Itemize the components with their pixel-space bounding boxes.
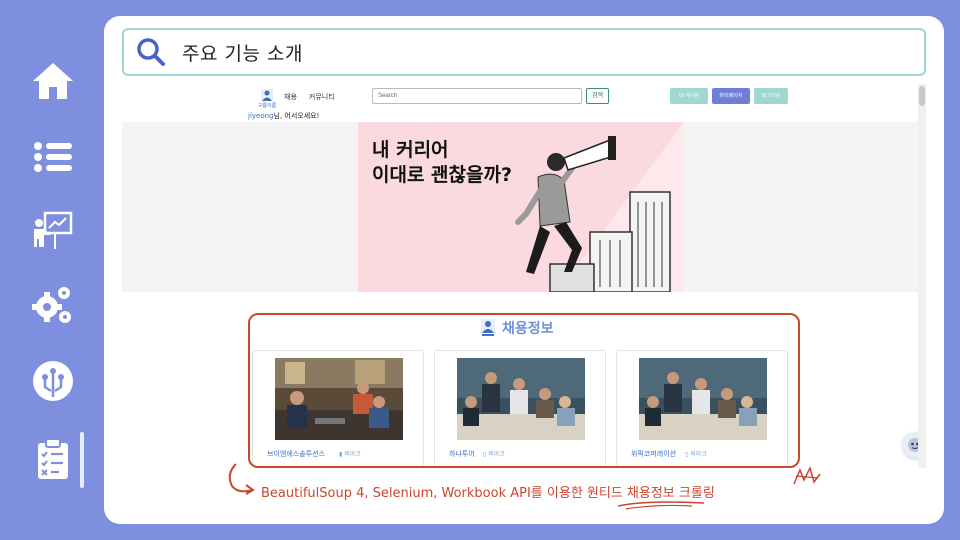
home-icon[interactable] xyxy=(30,58,76,104)
circuit-icon[interactable] xyxy=(30,358,76,404)
scrollbar[interactable] xyxy=(918,84,926,468)
title-bar: 주요 기능 소개 xyxy=(122,28,926,76)
logo-person-icon xyxy=(481,319,495,336)
company-name: 위픽코퍼레이션 xyxy=(631,450,677,458)
bookmark-label[interactable]: ▯ 북마크 xyxy=(483,449,505,458)
website-screenshot: 구름이름 채용 커뮤니티 Search 검색 Id 게시판 마이페이지 로그아웃… xyxy=(122,84,926,468)
jobs-title-text: 채용정보 xyxy=(502,321,554,337)
job-card[interactable]: 하나투어 ▯ 북마크 xyxy=(434,350,606,468)
site-nav: 채용 커뮤니티 xyxy=(284,92,335,102)
logo-caption: 구름이름 xyxy=(257,103,277,109)
bookmark-text: 북마크 xyxy=(344,451,361,458)
welcome-user: jiyeong xyxy=(248,112,274,120)
welcome-message: jiyeong님, 어서오세요! xyxy=(248,111,319,121)
page-title: 주요 기능 소개 xyxy=(182,42,303,65)
jobs-section-title: 채용정보 xyxy=(480,318,554,338)
job-photo xyxy=(275,358,403,440)
presentation-icon[interactable] xyxy=(30,208,76,254)
active-indicator xyxy=(80,432,84,488)
logo-person-icon xyxy=(261,89,273,101)
main-panel: 주요 기능 소개 구름이름 채용 커뮤니티 Search 검색 Id 게시판 마… xyxy=(104,16,944,524)
nav-item-jobs[interactable]: 채용 xyxy=(284,92,297,102)
gears-icon[interactable] xyxy=(30,282,76,328)
feature-caption: BeautifulSoup 4, Selenium, Workbook API를… xyxy=(261,486,715,501)
site-search-input[interactable]: Search xyxy=(372,88,582,104)
board-button[interactable]: Id 게시판 xyxy=(670,88,708,104)
job-card[interactable]: 위픽코퍼레이션 ▯ 북마크 xyxy=(616,350,788,468)
bookmark-label[interactable]: ▯ 북마크 xyxy=(685,449,707,458)
sidebar xyxy=(0,0,104,540)
job-photo xyxy=(639,358,767,440)
logout-button[interactable]: 로그아웃 xyxy=(754,88,788,104)
job-photo xyxy=(457,358,585,440)
career-banner[interactable]: 내 커리어 이대로 괜찮을까? xyxy=(358,122,684,292)
company-name: 하나투어 xyxy=(449,450,475,458)
nav-item-community[interactable]: 커뮤니티 xyxy=(309,92,335,102)
site-search-button[interactable]: 검색 xyxy=(586,88,609,104)
clipboard-checklist-icon[interactable] xyxy=(30,436,76,482)
company-name: 브이엠에스솔루션스 xyxy=(267,450,325,458)
scrollbar-thumb[interactable] xyxy=(919,86,925,106)
search-icon xyxy=(137,38,165,66)
mypage-button[interactable]: 마이페이지 xyxy=(712,88,750,104)
bookmark-label[interactable]: ▮ 북마크 xyxy=(339,449,361,458)
welcome-suffix: 님, 어서오세요! xyxy=(273,112,320,120)
site-logo[interactable]: 구름이름 xyxy=(256,88,278,112)
list-icon[interactable] xyxy=(30,134,76,180)
bookmark-text: 북마크 xyxy=(488,451,505,458)
bookmark-text: 북마크 xyxy=(690,451,707,458)
banner-headline: 내 커리어 이대로 괜찮을까? xyxy=(372,139,512,186)
job-card[interactable]: 브이엠에스솔루션스 ▮ 북마크 xyxy=(252,350,424,468)
